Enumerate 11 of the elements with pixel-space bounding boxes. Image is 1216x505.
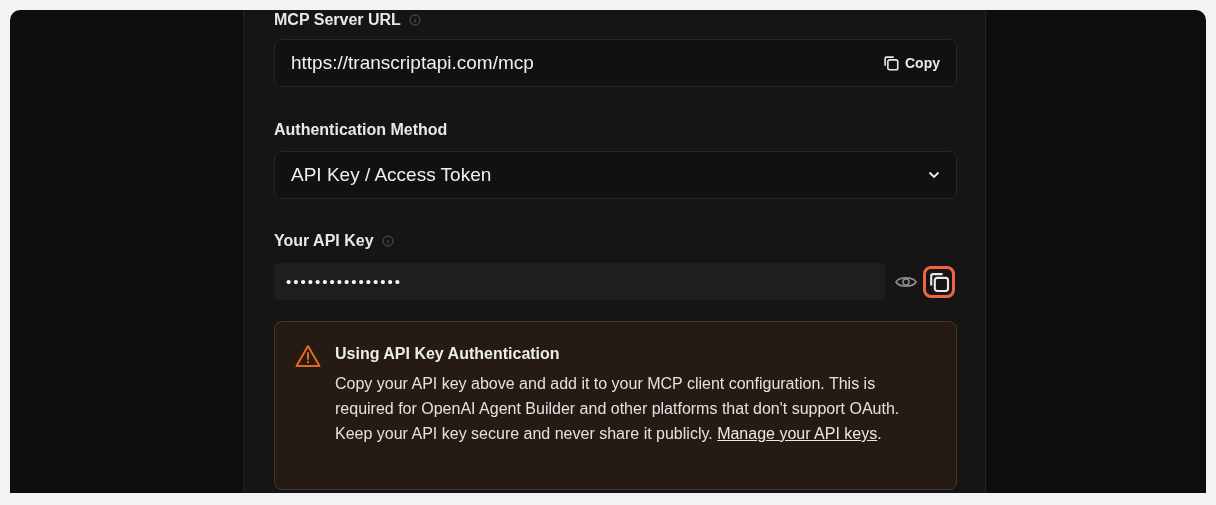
url-field[interactable]: https://transcriptapi.com/mcp Copy [274,39,957,87]
alert-title: Using API Key Authentication [335,344,561,364]
alert-message: Copy your API key above and add it to your MCP client configuration. This is required for OpenAI Agent Builder and other platforms that don't support OAuth. Keep your API key secure and never share it publicly. Manage your API keys. [335,374,901,444]
manage-keys-link[interactable]: Manage your API keys [717,425,878,442]
auth-method-dropdown[interactable]: API Key / Access Token [274,151,957,199]
field-label: Your API Key [274,232,374,250]
field-label: Authentication Method [274,121,448,139]
url-value: https://transcriptapi.com/mcp [291,52,534,74]
copy-button[interactable]: Copy [880,52,942,74]
api-key-field[interactable]: •••••••••••••••• [274,263,886,300]
field-label: MCP Server URL [274,11,401,29]
